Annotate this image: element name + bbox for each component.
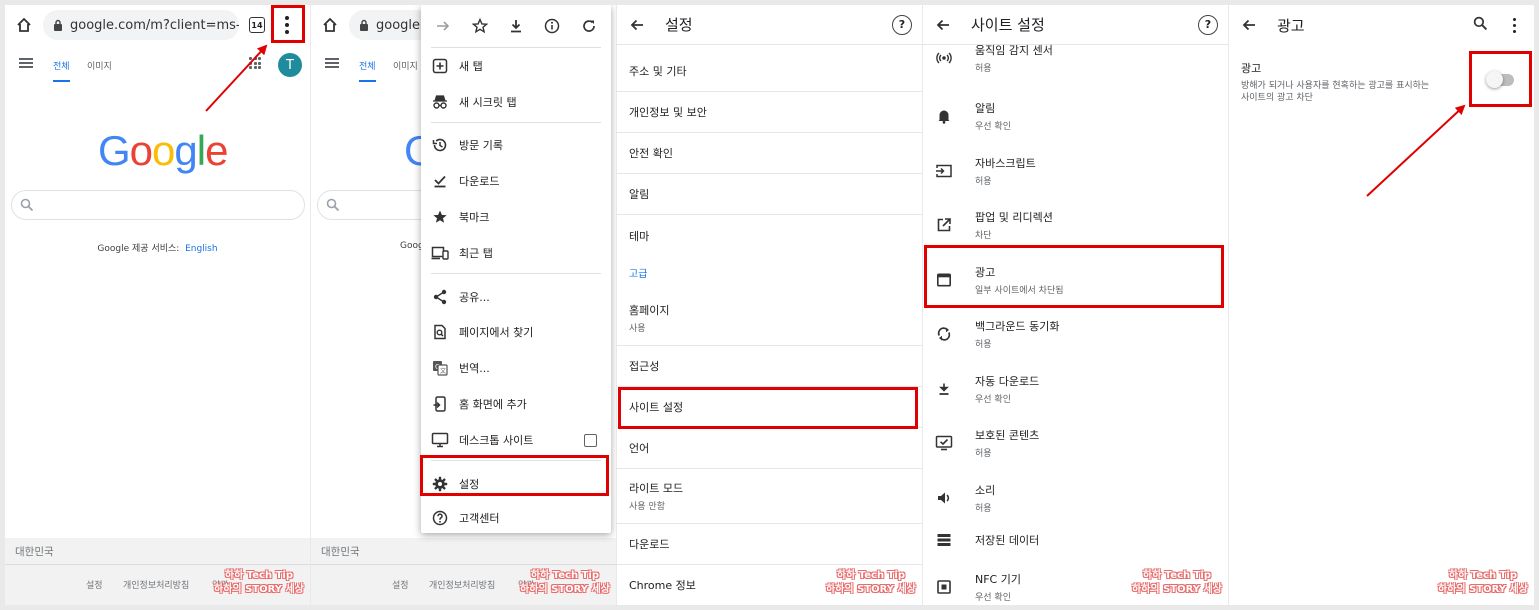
watermark: 하하 Tech Tip 하하의 STORY 세상	[1132, 570, 1222, 595]
watermark: 하하 Tech Tip 하하의 STORY 세상	[1438, 570, 1528, 595]
watermark: 하하 Tech Tip 하하의 STORY 세상	[520, 570, 610, 595]
arrow-to-menu	[205, 44, 268, 112]
watermark: 하하 Tech Tip 하하의 STORY 세상	[826, 570, 916, 595]
annotation-arrows	[205, 44, 1466, 197]
watermark: 하하 Tech Tip 하하의 STORY 세상	[214, 570, 304, 595]
arrow-to-toggle	[1366, 104, 1466, 197]
